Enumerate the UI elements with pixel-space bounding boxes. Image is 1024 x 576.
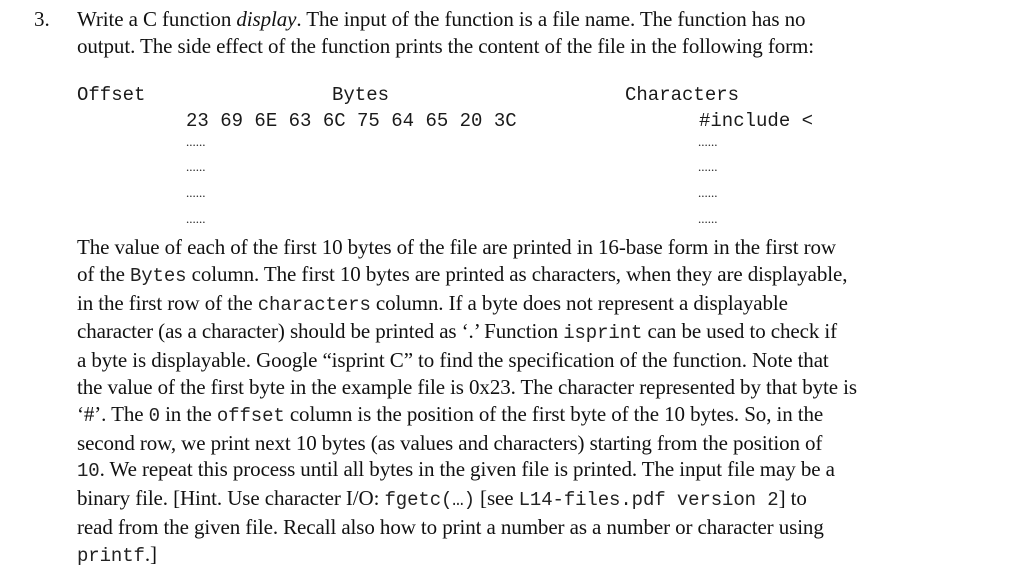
text: the value of the first byte in the examp… xyxy=(77,374,857,399)
text-line: The value of each of the first 10 bytes … xyxy=(77,234,977,261)
code-text: characters xyxy=(257,293,371,316)
text-line: second row, we print next 10 bytes (as v… xyxy=(77,430,977,457)
text: column. If a byte does not represent a d… xyxy=(370,290,788,315)
text: [see xyxy=(474,486,519,511)
text-line: binary file. [Hint. Use character I/O: f… xyxy=(77,485,977,514)
code-text: 10 xyxy=(77,460,100,483)
text-line: of the Bytes column. The first 10 bytes … xyxy=(77,261,977,290)
code-text: Bytes xyxy=(129,264,187,287)
text: column is the position of the first byte… xyxy=(284,401,824,426)
code-text: isprint xyxy=(563,322,643,345)
header-characters: Characters xyxy=(625,84,740,106)
text-line: the value of the first byte in the examp… xyxy=(77,374,977,401)
code-text: printf xyxy=(77,544,145,567)
text-line: a byte is displayable. Google “isprint C… xyxy=(77,347,977,374)
row-bytes: 23 69 6E 63 6C 75 64 65 20 3C xyxy=(186,110,517,132)
text: .] xyxy=(144,541,157,566)
text: ] to xyxy=(778,486,807,511)
row-characters: ...... xyxy=(698,159,718,174)
text: . We repeat this process until all bytes… xyxy=(99,457,835,482)
code-text: L14-files.pdf version 2 xyxy=(518,489,779,512)
text: can be used to check if xyxy=(642,319,838,344)
text: The value of each of the first 10 bytes … xyxy=(77,235,836,259)
question-body: The value of each of the first 10 bytes … xyxy=(77,234,977,570)
text-line: printf.] xyxy=(77,541,977,570)
text: a byte is displayable. Google “isprint C… xyxy=(77,348,829,373)
code-text: offset xyxy=(216,404,285,427)
text: second row, we print next 10 bytes (as v… xyxy=(77,430,823,455)
row-bytes: ...... xyxy=(186,159,206,174)
row-bytes: ...... xyxy=(186,211,206,226)
text: . The input of the function is a file na… xyxy=(296,7,806,31)
text-line: output. The side effect of the function … xyxy=(77,33,977,60)
row-bytes: ...... xyxy=(186,134,206,149)
code-text: fgetc(…) xyxy=(384,489,475,512)
row-characters: ...... xyxy=(698,185,718,200)
text-line: in the first row of the characters colum… xyxy=(77,290,977,319)
text-line: Write a C function display. The input of… xyxy=(77,6,977,33)
text: read from the given file. Recall also ho… xyxy=(77,514,824,539)
code-text: 0 xyxy=(148,404,160,427)
text-line: read from the given file. Recall also ho… xyxy=(77,514,977,541)
text: in the first row of the xyxy=(77,290,258,315)
row-characters: ...... xyxy=(698,134,718,149)
text: ‘#’. The xyxy=(77,401,149,426)
text: column. The first 10 bytes are printed a… xyxy=(186,261,848,286)
text: in the xyxy=(159,401,217,426)
function-name: display xyxy=(236,7,297,31)
header-bytes: Bytes xyxy=(332,84,390,106)
text: output. The side effect of the function … xyxy=(77,33,814,58)
text-line: 10. We repeat this process until all byt… xyxy=(77,456,977,485)
row-bytes: ...... xyxy=(186,185,206,200)
header-offset: Offset xyxy=(77,84,146,106)
text: of the xyxy=(77,261,130,286)
row-characters: #include < xyxy=(699,110,814,132)
text: character (as a character) should be pri… xyxy=(77,319,564,344)
text: binary file. [Hint. Use character I/O: xyxy=(77,486,385,511)
row-characters: ...... xyxy=(698,211,718,226)
question-intro: Write a C function display. The input of… xyxy=(77,6,977,60)
text: Write a C function xyxy=(77,7,237,31)
text-line: ‘#’. The 0 in the offset column is the p… xyxy=(77,401,977,430)
text-line: character (as a character) should be pri… xyxy=(77,318,977,347)
question-number: 3. xyxy=(34,7,50,31)
